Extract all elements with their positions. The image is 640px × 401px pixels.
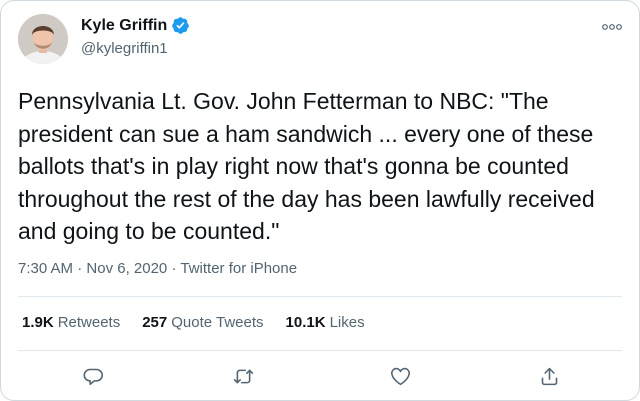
author-name-row[interactable]: Kyle Griffin [81,16,190,35]
reply-button[interactable] [80,363,106,389]
like-button[interactable] [387,363,413,389]
reply-icon [83,368,103,385]
share-icon [541,367,557,385]
tweet-actions [1,363,640,389]
meta-separator: · [77,260,83,277]
heart-icon [390,367,410,385]
retweet-icon [233,369,253,383]
retweets-count: 1.9K [22,314,54,331]
tweet-text: Pennsylvania Lt. Gov. John Fetterman to … [18,88,595,244]
author-handle[interactable]: @kylegriffin1 [81,40,168,57]
verified-badge-icon [172,17,190,34]
tweet-time[interactable]: 7:30 AM [18,260,73,277]
divider [18,296,622,297]
quote-tweets-label: Quote Tweets [171,314,264,331]
meta-separator: · [171,260,177,277]
author-display-name[interactable]: Kyle Griffin [81,17,167,35]
share-button[interactable] [536,363,562,389]
tweet-meta: 7:30 AM · Nov 6, 2020 · Twitter for iPho… [18,260,297,277]
quote-tweets-count: 257 [142,314,168,331]
likes-label: Likes [329,314,365,331]
tweet-source[interactable]: Twitter for iPhone [180,260,297,277]
quote-tweets-stat[interactable]: 257 Quote Tweets [142,314,263,331]
tweet-card: Kyle Griffin @kylegriffin1 Pennsylvania … [0,0,640,401]
likes-stat[interactable]: 10.1K Likes [286,314,365,331]
more-icon[interactable] [602,23,622,31]
divider [18,350,622,351]
retweets-stat[interactable]: 1.9K Retweets [22,314,120,331]
tweet-date[interactable]: Nov 6, 2020 [86,260,167,277]
retweet-button[interactable] [230,363,256,389]
tweet-stats: 1.9K Retweets 257 Quote Tweets 10.1K Lik… [22,314,387,331]
retweets-label: Retweets [57,314,121,331]
likes-count: 10.1K [285,314,326,331]
avatar[interactable] [18,14,68,64]
avatar-image [18,14,68,64]
